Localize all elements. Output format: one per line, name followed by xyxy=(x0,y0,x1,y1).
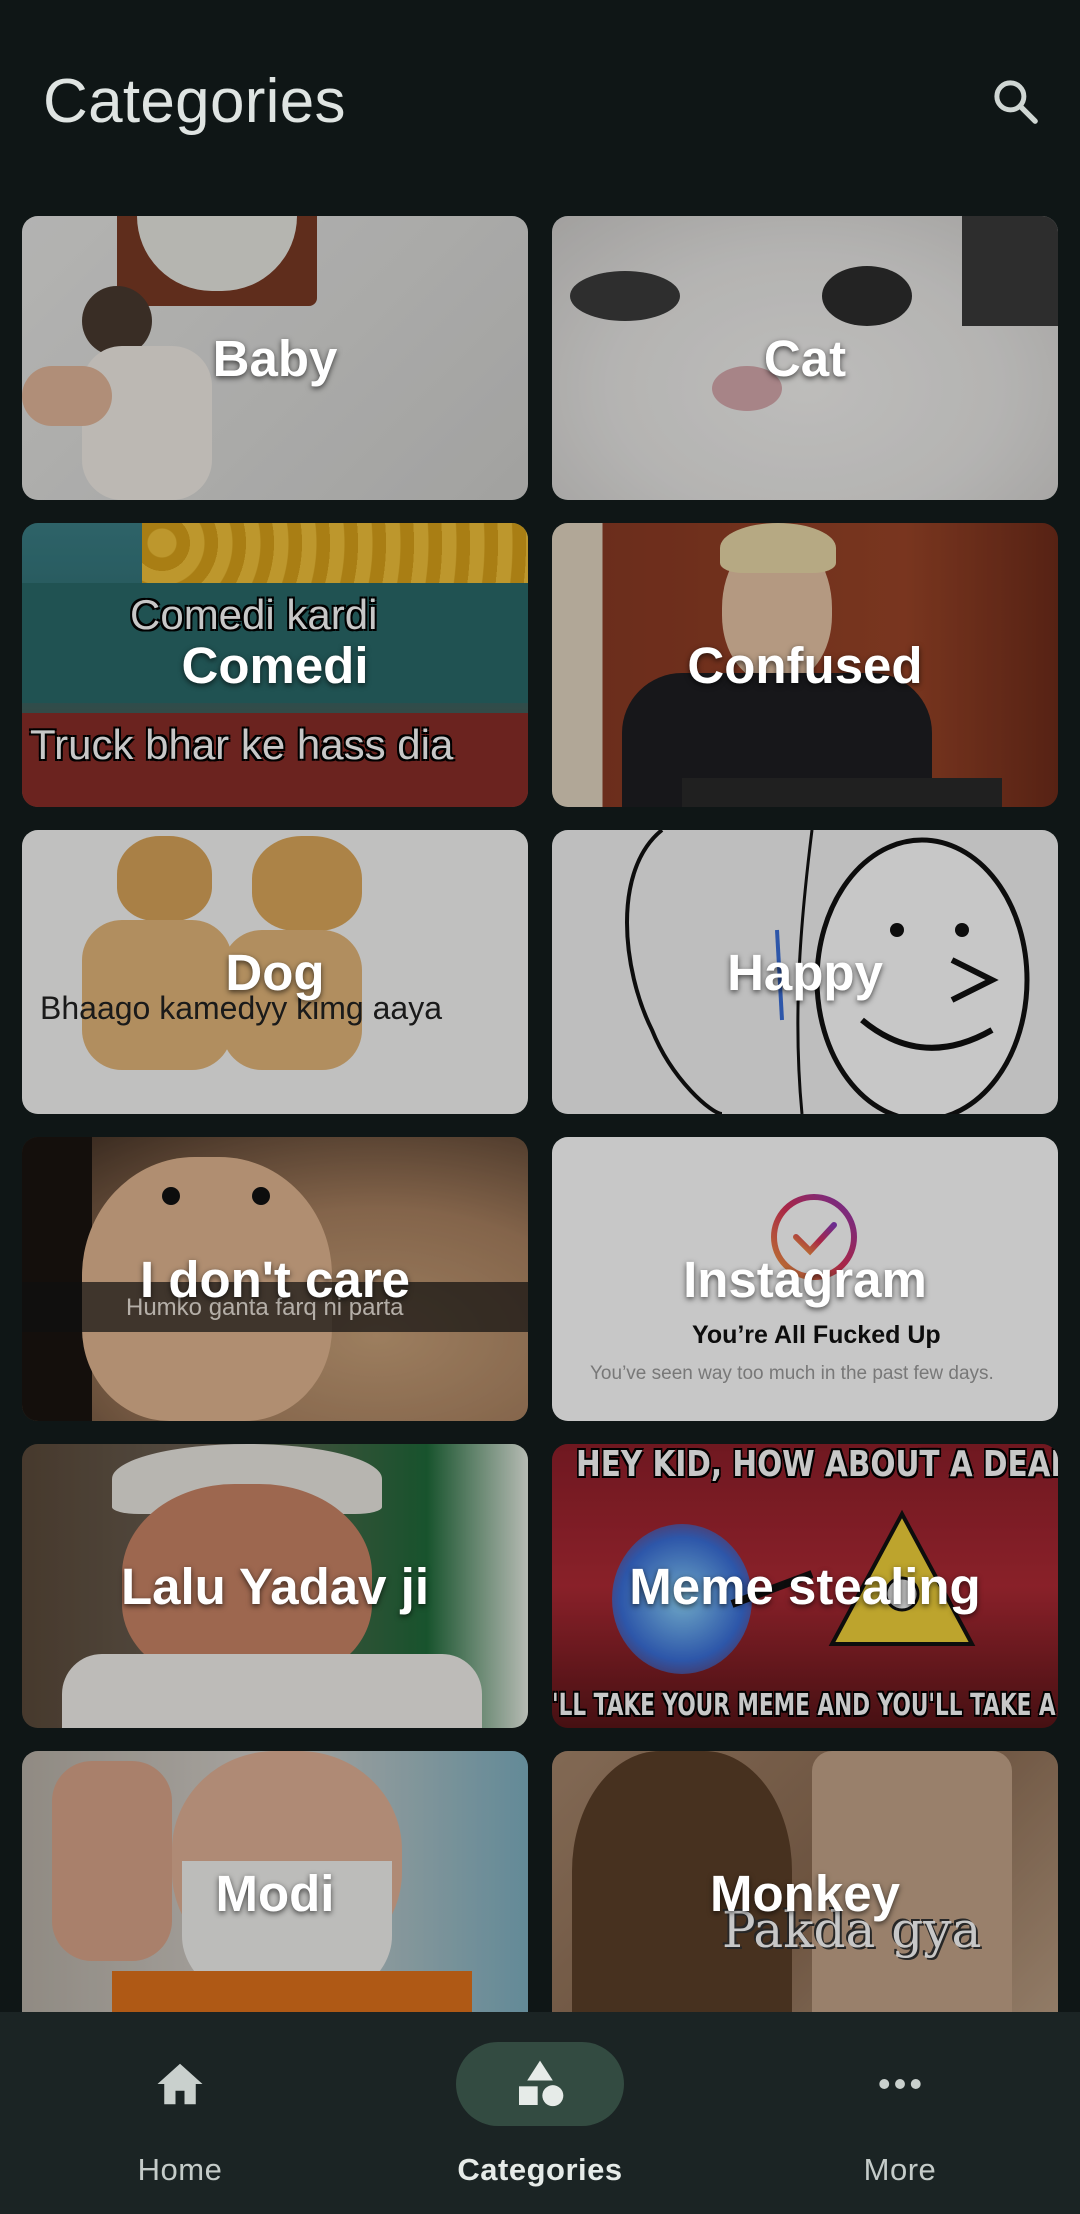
category-label: Confused xyxy=(687,636,923,694)
category-card-happy[interactable]: Happy xyxy=(552,830,1058,1114)
nav-item-categories[interactable]: Categories xyxy=(360,2012,720,2214)
category-label: Meme stealing xyxy=(629,1557,981,1615)
category-label: Instagram xyxy=(683,1250,927,1308)
nav-item-more[interactable]: More xyxy=(720,2012,1080,2214)
category-grid: Baby Cat Comedi kardi Truck bhar ke hass… xyxy=(22,216,1058,2012)
category-card-i-dont-care[interactable]: Humko ganta farq ni parta I don't care xyxy=(22,1137,528,1421)
category-card-comedi[interactable]: Comedi kardi Truck bhar ke hass dia Come… xyxy=(22,523,528,807)
category-card-cat[interactable]: Cat xyxy=(552,216,1058,500)
home-icon xyxy=(150,2054,210,2114)
category-card-instagram[interactable]: You’re All Fucked Up You’ve seen way too… xyxy=(552,1137,1058,1421)
category-label: Lalu Yadav ji xyxy=(120,1557,430,1615)
category-label: Comedi xyxy=(181,636,369,694)
category-card-meme-stealing[interactable]: HEY KID, HOW ABOUT A DEAL? 'LL TAKE YOUR… xyxy=(552,1444,1058,1728)
category-label: Monkey xyxy=(710,1864,900,1922)
nav-label: More xyxy=(863,2152,937,2187)
category-card-baby[interactable]: Baby xyxy=(22,216,528,500)
category-label: Baby xyxy=(212,329,338,387)
nav-label: Home xyxy=(137,2152,223,2187)
nav-label: Categories xyxy=(457,2152,623,2187)
search-icon xyxy=(994,80,1038,124)
page-title: Categories xyxy=(43,67,346,136)
app-bar: Categories xyxy=(0,0,1080,200)
category-card-dog[interactable]: Bhaago kamedyy kimg aaya Dog xyxy=(22,830,528,1114)
category-card-modi[interactable]: Modi xyxy=(22,1751,528,2012)
category-label: I don't care xyxy=(139,1250,411,1308)
category-card-confused[interactable]: Confused xyxy=(552,523,1058,807)
nav-item-home[interactable]: Home xyxy=(0,2012,360,2214)
bottom-navigation: Home Categories More xyxy=(0,2012,1080,2214)
category-card-monkey[interactable]: Pakda gya Monkey xyxy=(552,1751,1058,2012)
category-icon xyxy=(510,2054,570,2114)
search-button[interactable] xyxy=(980,66,1052,138)
category-card-lalu-yadav-ji[interactable]: Lalu Yadav ji xyxy=(22,1444,528,1728)
category-label: Happy xyxy=(727,943,883,1001)
more-horiz-icon xyxy=(870,2054,930,2114)
category-label: Cat xyxy=(763,329,847,387)
category-label: Modi xyxy=(215,1864,335,1922)
category-label: Dog xyxy=(225,943,325,1001)
